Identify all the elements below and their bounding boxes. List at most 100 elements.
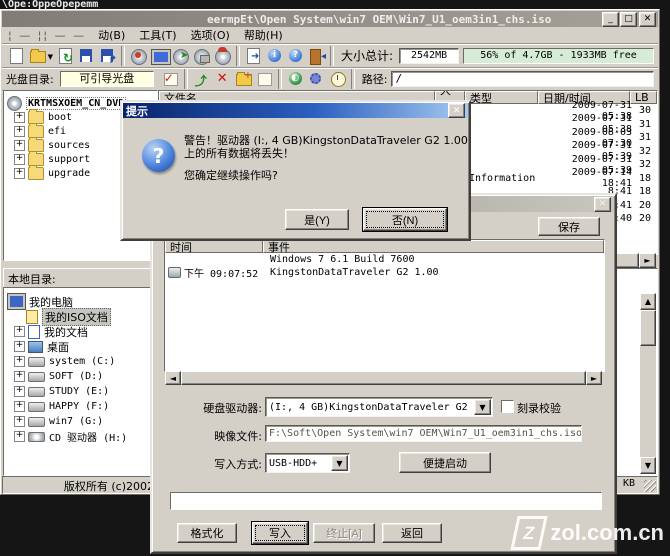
local-tree-item[interactable]: +桌面	[4, 339, 157, 354]
scroll-up-icon[interactable]: ▲	[640, 293, 656, 310]
prompt-message-line3: 您确定继续操作吗?	[184, 169, 468, 182]
local-tree-item[interactable]: + 我的文档	[4, 324, 157, 339]
mount-drive-icon[interactable]: ➤	[172, 48, 189, 64]
make-image-icon[interactable]	[151, 48, 168, 64]
no-button[interactable]: 否(N)	[363, 208, 447, 231]
menu-item[interactable]: 选项(O)	[191, 27, 230, 43]
write-method-select[interactable]: USB-HDD+ ▼	[265, 453, 350, 473]
log-cell-event: Windows 7 6.1 Build 7600	[266, 254, 604, 265]
prompt-dialog: 提示 ✕ ? 警告！驱动器 (I:, 4 GB)KingstonDataTrav…	[120, 100, 471, 241]
new-folder-icon[interactable]: +	[235, 71, 252, 87]
burn-cd-icon[interactable]	[130, 48, 147, 64]
prompt-close-icon[interactable]: ✕	[448, 103, 465, 118]
column-type[interactable]: 类型	[465, 91, 538, 104]
log-column-time[interactable]: 时间	[165, 240, 263, 253]
expand-plus-icon[interactable]: +	[14, 386, 25, 397]
drive-icon	[28, 402, 45, 412]
rename-icon[interactable]	[256, 71, 273, 87]
expand-plus-icon[interactable]: +	[14, 126, 25, 137]
history-clock-icon[interactable]	[329, 71, 346, 87]
scroll-left-icon[interactable]: ◄	[165, 371, 181, 385]
column-lb[interactable]: LB	[630, 91, 657, 104]
expand-plus-icon[interactable]: +	[14, 431, 25, 442]
log-column-event[interactable]: 事件	[263, 240, 604, 253]
maximize-button[interactable]: □	[620, 12, 637, 27]
scroll-right-icon[interactable]: ►	[639, 253, 656, 268]
local-tree-item[interactable]: +HAPPY (F:)	[4, 399, 157, 414]
cell-lb: 32	[632, 146, 657, 157]
expand-plus-icon[interactable]: +	[14, 341, 25, 352]
refresh-icon[interactable]: ◐	[287, 71, 304, 87]
drive-icon	[28, 417, 45, 427]
close-button[interactable]: ✕	[639, 12, 656, 27]
resize-grip[interactable]	[644, 480, 656, 492]
question-icon: ?	[142, 139, 175, 172]
verify-label[interactable]: 刻录校验	[517, 400, 561, 416]
save-icon[interactable]	[78, 48, 95, 64]
write-dialog-close-icon[interactable]: ✕	[594, 197, 611, 212]
scroll-right-icon[interactable]: ►	[586, 371, 602, 385]
export-icon[interactable]: ➜	[245, 48, 262, 64]
save-as-icon[interactable]: ↱	[99, 48, 116, 64]
write-method-arrow-icon[interactable]: ▼	[331, 455, 348, 471]
image-file-field[interactable]: F:\Soft\Open System\win7 OEM\Win7_U1_oem…	[265, 425, 582, 442]
local-item-label: 我的文档	[44, 324, 88, 340]
delete-icon[interactable]: ✕	[214, 71, 231, 87]
local-tree-item[interactable]: +CD 驱动器 (H:)	[4, 429, 157, 444]
local-item-label: SOFT (D:)	[49, 371, 103, 382]
menu-item[interactable]: 动(B)	[98, 27, 125, 43]
help-icon[interactable]: ?	[287, 48, 304, 64]
new-image-icon[interactable]	[8, 48, 25, 64]
expand-plus-icon[interactable]: +	[14, 416, 25, 427]
expand-plus-icon[interactable]: +	[14, 401, 25, 412]
expand-plus-icon[interactable]: +	[14, 140, 25, 151]
verify-checkbox[interactable]	[501, 400, 514, 413]
window-title: eermpEt\Open System\win7 OEM\Win7_U1_oem…	[2, 13, 602, 26]
settings-gear-icon[interactable]	[308, 71, 325, 87]
verify-doc-icon[interactable]: ✓	[162, 71, 179, 87]
watermark-logo-icon: Z	[511, 516, 548, 550]
drive-icon	[28, 372, 45, 382]
expand-plus-icon[interactable]: +	[14, 371, 25, 382]
drive-select[interactable]: (I:, 4 GB)KingstonDataTraveler G2 1.00 ▼	[265, 397, 493, 417]
menu-bar: ¦ — ¦¦ — — 动(B)工具(T)选项(O)帮助(H)	[2, 27, 658, 44]
rip-disc-icon[interactable]	[193, 48, 210, 64]
computer-icon	[8, 294, 25, 309]
main-title-bar[interactable]: eermpEt\Open System\win7 OEM\Win7_U1_oem…	[2, 11, 658, 27]
back-button[interactable]: 返回	[382, 523, 442, 543]
expand-plus-icon[interactable]: +	[14, 112, 25, 123]
format-button[interactable]: 格式化	[177, 523, 237, 543]
local-tree-item[interactable]: +system (C:)	[4, 354, 157, 369]
info-icon[interactable]: i	[266, 48, 283, 64]
event-log-row[interactable]: 下午 09:07:52KingstonDataTraveler G2 1.00	[165, 266, 604, 279]
abort-button[interactable]: 终止[A]	[313, 523, 375, 543]
local-tree-item[interactable]: + SOFT (D:)	[4, 369, 157, 384]
exit-icon[interactable]: ◂	[308, 48, 325, 64]
open-image-icon[interactable]: ▼	[29, 48, 53, 64]
local-list-vscrollbar[interactable]: ▲ ▼	[640, 293, 656, 474]
expand-plus-icon[interactable]: +	[14, 168, 25, 179]
path-field[interactable]: /	[391, 71, 654, 87]
menu-item[interactable]: 帮助(H)	[244, 27, 283, 43]
expand-plus-icon[interactable]: +	[14, 326, 25, 337]
yes-button[interactable]: 是(Y)	[285, 209, 349, 230]
expand-plus-icon[interactable]: +	[14, 356, 25, 367]
boot-disc-icon[interactable]	[214, 48, 231, 64]
local-tree-item[interactable]: +win7 (G:)	[4, 414, 157, 429]
local-tree-item[interactable]: 我的ISO文档	[4, 309, 157, 324]
local-tree-item[interactable]: +STUDY (E:)	[4, 384, 157, 399]
expand-plus-icon[interactable]: +	[14, 154, 25, 165]
scroll-down-icon[interactable]: ▼	[640, 457, 656, 474]
save-log-button[interactable]: 保存	[538, 217, 600, 236]
quick-boot-button[interactable]: 便捷启动	[399, 452, 491, 473]
prompt-title-bar[interactable]: 提示 ✕	[123, 103, 468, 118]
prompt-message-line1: 警告！驱动器 (I:, 4 GB)KingstonDataTraveler G2…	[184, 134, 468, 147]
drive-select-arrow-icon[interactable]: ▼	[474, 399, 491, 415]
minimize-button[interactable]: _	[602, 12, 619, 27]
convert-icon[interactable]: ↻	[57, 48, 74, 64]
log-hscrollbar[interactable]: ◄ ►	[165, 371, 602, 385]
menu-item[interactable]: 工具(T)	[139, 27, 176, 43]
extract-icon[interactable]: ⤴	[193, 71, 210, 87]
write-button[interactable]: 写入	[252, 522, 308, 544]
cell-lb: 32	[632, 159, 657, 170]
